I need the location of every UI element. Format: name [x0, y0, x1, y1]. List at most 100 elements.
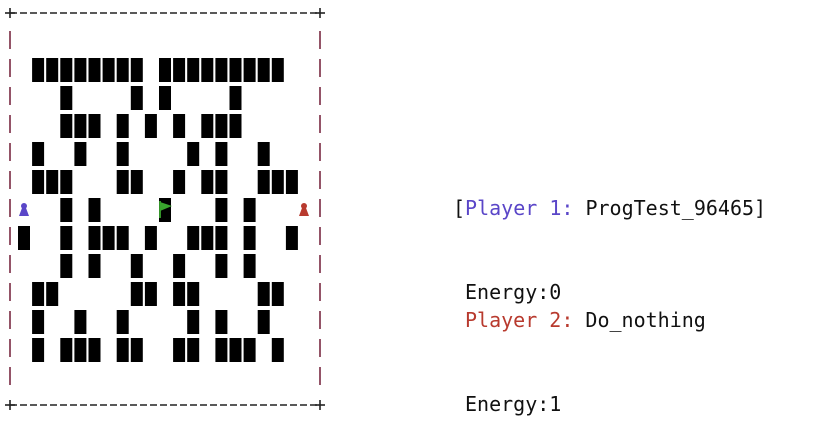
wall-block — [88, 58, 101, 82]
wall-block — [32, 58, 45, 82]
wall-block — [257, 58, 270, 82]
wall-block — [187, 142, 200, 166]
wall-block — [88, 114, 101, 138]
wall-block — [116, 114, 129, 138]
wall-block — [46, 282, 59, 306]
player-1-name: ProgTest_96465 — [585, 196, 755, 220]
wall-block — [32, 282, 45, 306]
wall-block — [60, 338, 73, 362]
wall-block — [130, 254, 143, 278]
player-2-title-line: Player 2: Do_nothing — [453, 306, 706, 334]
wall-block — [173, 170, 186, 194]
wall-block — [215, 254, 228, 278]
wall-block — [144, 114, 157, 138]
wall-block — [201, 58, 214, 82]
wall-block — [88, 254, 101, 278]
game-board — [5, 8, 325, 410]
wall-block — [130, 282, 143, 306]
wall-block — [130, 170, 143, 194]
wall-block — [215, 226, 228, 250]
wall-block — [46, 58, 59, 82]
wall-block — [102, 58, 115, 82]
wall-block — [60, 254, 73, 278]
wall-block — [130, 86, 143, 110]
player-1-label: Player 1: — [465, 196, 574, 220]
open-bracket: [ — [453, 196, 466, 220]
wall-block — [60, 226, 73, 250]
wall-block — [257, 282, 270, 306]
wall-block — [130, 58, 143, 82]
wall-block — [130, 338, 143, 362]
wall-block — [144, 226, 157, 250]
wall-block — [187, 226, 200, 250]
wall-block — [88, 198, 101, 222]
wall-block — [60, 170, 73, 194]
wall-block — [187, 282, 200, 306]
player-2-pawn-icon — [299, 203, 309, 216]
wall-block — [74, 58, 87, 82]
wall-block — [201, 170, 214, 194]
wall-block — [257, 170, 270, 194]
wall-block — [173, 254, 186, 278]
wall-block — [243, 58, 256, 82]
wall-block — [215, 338, 228, 362]
wall-block — [144, 282, 157, 306]
wall-block — [271, 170, 284, 194]
wall-block — [116, 226, 129, 250]
wall-block — [187, 58, 200, 82]
wall-block — [32, 142, 45, 166]
wall-block — [215, 198, 228, 222]
wall-block — [159, 86, 171, 110]
player-2-label: Player 2: — [465, 308, 574, 332]
wall-block — [271, 282, 284, 306]
wall-block — [285, 170, 298, 194]
wall-block — [60, 114, 73, 138]
player-2-energy-line: Energy:1 — [453, 390, 706, 418]
wall-block — [229, 58, 242, 82]
wall-block — [88, 338, 101, 362]
wall-block — [116, 58, 129, 82]
wall-block — [32, 170, 45, 194]
wall-block — [187, 310, 200, 334]
player-2-panel: Player 2: Do_nothing Energy:1 — [453, 250, 706, 446]
wall-block — [116, 310, 129, 334]
wall-block — [215, 58, 228, 82]
wall-block — [159, 58, 171, 82]
wall-block — [215, 142, 228, 166]
board-walls — [18, 58, 298, 362]
wall-block — [173, 114, 186, 138]
wall-block — [285, 226, 298, 250]
wall-block — [102, 226, 115, 250]
wall-block — [32, 338, 45, 362]
player-2-name: Do_nothing — [585, 308, 706, 332]
wall-block — [46, 170, 59, 194]
wall-block — [243, 338, 256, 362]
wall-block — [243, 254, 256, 278]
wall-block — [243, 198, 256, 222]
player-2-energy-label: Energy: — [465, 392, 550, 416]
wall-block — [271, 338, 284, 362]
wall-block — [74, 338, 87, 362]
wall-block — [116, 338, 129, 362]
wall-block — [201, 226, 214, 250]
wall-block — [173, 58, 186, 82]
wall-block — [271, 58, 284, 82]
wall-block — [229, 338, 242, 362]
wall-block — [88, 226, 101, 250]
wall-block — [229, 86, 242, 110]
wall-block — [116, 170, 129, 194]
wall-block — [215, 114, 228, 138]
wall-block — [32, 310, 45, 334]
wall-block — [60, 198, 73, 222]
player-1-title-line: [Player 1: ProgTest_96465] — [453, 194, 766, 222]
wall-block — [257, 310, 270, 334]
wall-block — [173, 338, 186, 362]
wall-block — [187, 338, 200, 362]
wall-block — [60, 58, 73, 82]
wall-block — [74, 310, 87, 334]
player-1-pawn-icon — [19, 203, 29, 216]
close-bracket: ] — [754, 196, 767, 220]
wall-block — [74, 114, 87, 138]
wall-block — [116, 142, 129, 166]
wall-block — [215, 310, 228, 334]
